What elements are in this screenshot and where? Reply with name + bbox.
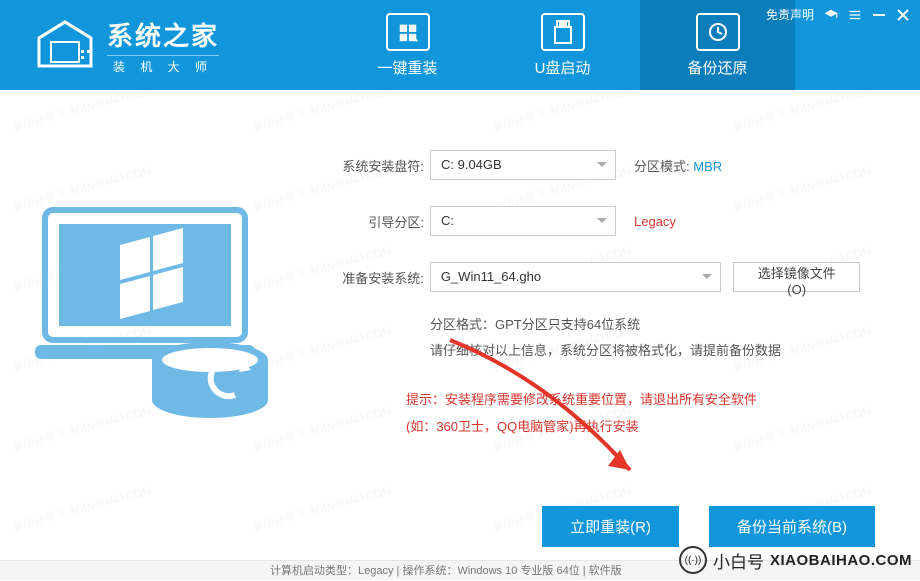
logo-icon xyxy=(35,20,95,70)
close-button[interactable] xyxy=(896,8,910,22)
window-topbar: 免责声明 xyxy=(766,6,910,23)
nav-reinstall[interactable]: 一键重装 xyxy=(330,0,485,90)
chevron-down-icon xyxy=(597,218,607,223)
boot-partition-select[interactable]: C: xyxy=(430,206,616,236)
laptop-restore-illustration xyxy=(35,200,280,420)
choose-image-button[interactable]: 选择镜像文件(O) xyxy=(733,262,860,292)
content-area: 系统安装盘符: C: 9.04GB 分区模式: MBR 引导分区: C: Leg… xyxy=(0,90,920,560)
app-title: 系统之家 xyxy=(107,16,219,53)
graduation-icon[interactable] xyxy=(824,8,838,22)
chevron-down-icon xyxy=(702,274,712,279)
nav-usb-boot[interactable]: U盘启动 xyxy=(485,0,640,90)
monitor-icon xyxy=(386,13,430,51)
broadcast-icon: ((·)) xyxy=(679,546,707,574)
restore-icon xyxy=(696,13,740,51)
backup-current-button[interactable]: 备份当前系统(B) xyxy=(709,506,875,547)
logo-area: 系统之家 装 机 大 师 xyxy=(0,0,330,90)
reinstall-now-button[interactable]: 立即重装(R) xyxy=(542,506,679,547)
row-system-drive: 系统安装盘符: C: 9.04GB 分区模式: MBR xyxy=(330,150,860,180)
app-subtitle: 装 机 大 师 xyxy=(107,55,219,75)
corner-watermark: ((·)) 小白号 XIAOBAIHAO.COM xyxy=(679,546,912,574)
form-area: 系统安装盘符: C: 9.04GB 分区模式: MBR 引导分区: C: Leg… xyxy=(330,150,860,441)
main-nav: 一键重装 U盘启动 备份还原 xyxy=(330,0,795,90)
usb-icon xyxy=(541,13,585,51)
action-bar: 立即重装(R) 备份当前系统(B) xyxy=(542,506,875,547)
info-text: 分区格式：GPT分区只支持64位系统 请仔细核对以上信息，系统分区将被格式化，请… xyxy=(430,312,860,364)
install-image-select[interactable]: G_Win11_64.gho xyxy=(430,262,722,292)
warning-text: 提示：安装程序需要修改系统重要位置，请退出所有安全软件 (如：360卫士，QQ电… xyxy=(406,386,860,441)
settings-icon[interactable] xyxy=(848,8,862,22)
system-drive-select[interactable]: C: 9.04GB xyxy=(430,150,616,180)
disclaimer-link[interactable]: 免责声明 xyxy=(766,6,814,23)
chevron-down-icon xyxy=(597,162,607,167)
minimize-button[interactable] xyxy=(872,8,886,22)
row-install-system: 准备安装系统: G_Win11_64.gho 选择镜像文件(O) xyxy=(330,262,860,292)
row-boot-partition: 引导分区: C: Legacy xyxy=(330,206,860,236)
